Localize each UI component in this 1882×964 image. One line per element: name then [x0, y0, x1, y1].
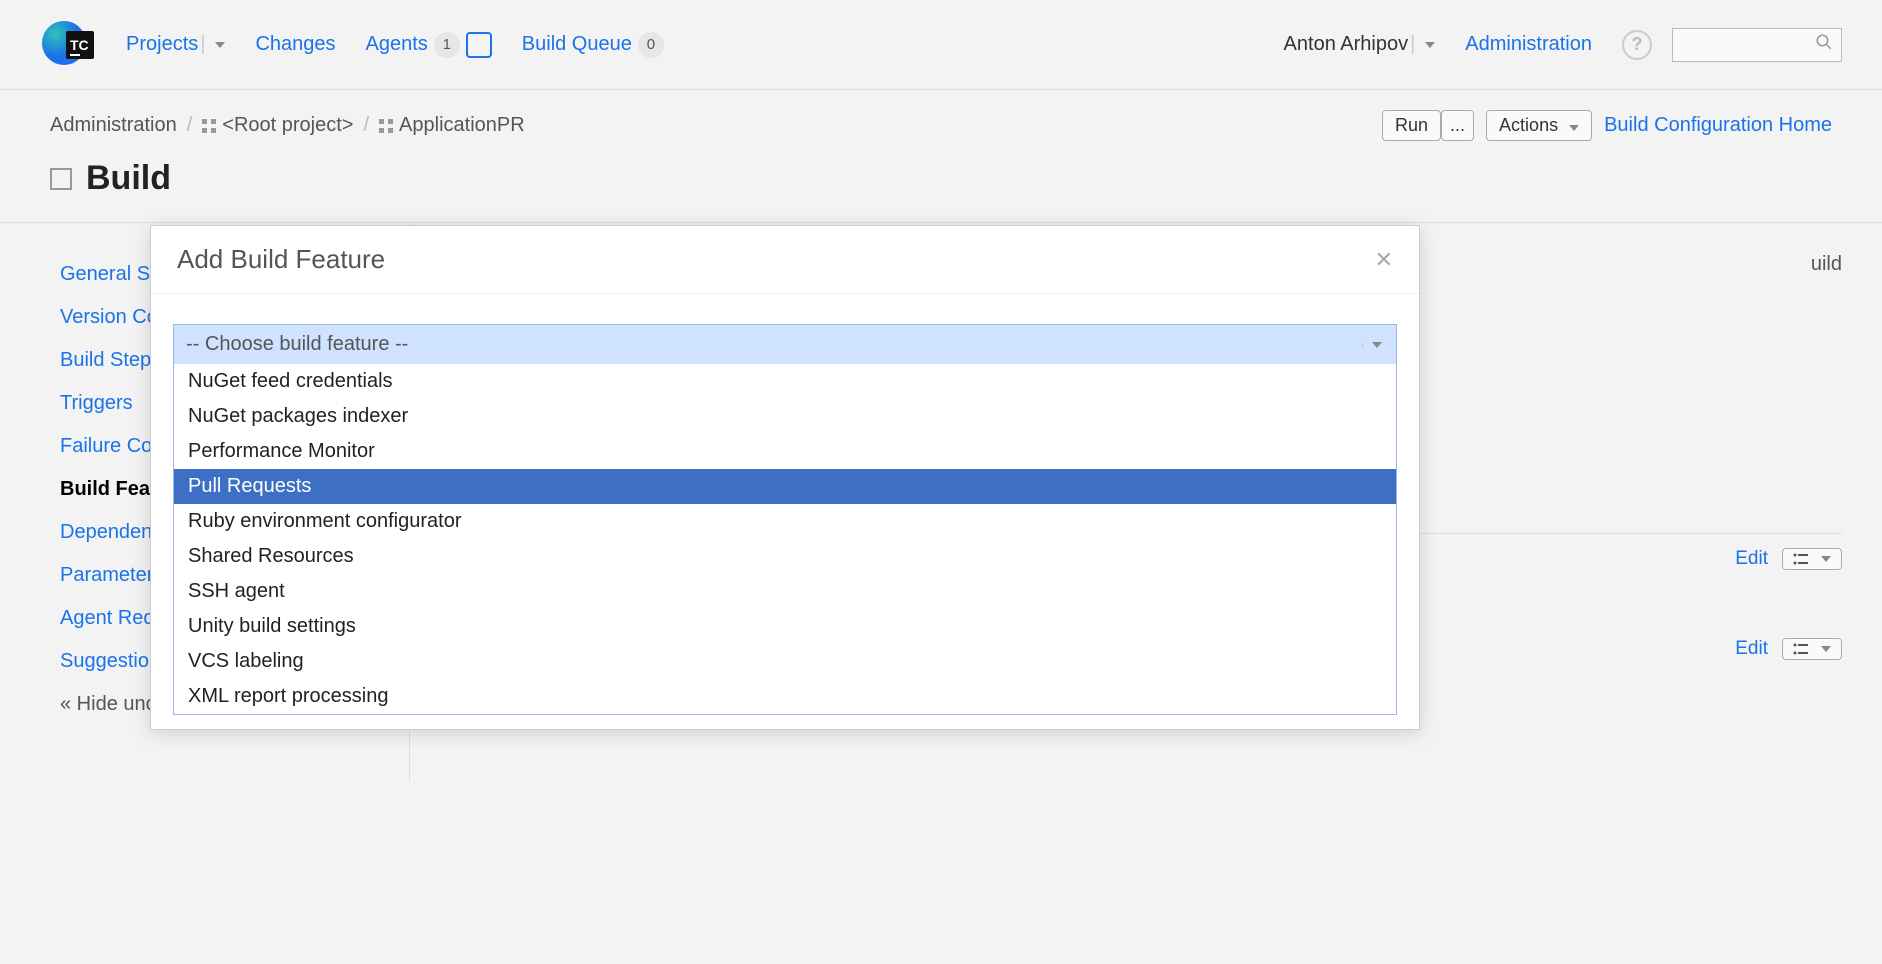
page-title-row: Build	[0, 141, 1882, 222]
search-input[interactable]	[1672, 28, 1842, 62]
feature-option[interactable]: NuGet packages indexer	[174, 399, 1396, 434]
pipe-icon: |	[1410, 33, 1415, 56]
search-icon	[1815, 33, 1833, 56]
queue-count-badge: 0	[638, 32, 664, 58]
breadcrumb-sep: /	[187, 114, 193, 137]
project-icon	[202, 119, 216, 133]
build-icon	[50, 168, 72, 190]
agents-status-icon	[466, 32, 492, 58]
actions-label: Actions	[1499, 115, 1558, 135]
breadcrumb-app[interactable]: ApplicationPR	[399, 114, 525, 137]
agents-count-badge: 1	[434, 32, 460, 58]
project-icon	[379, 119, 393, 133]
edit-link[interactable]: Edit	[1735, 548, 1768, 570]
pipe-icon: |	[200, 33, 205, 56]
partial-text: uild	[1811, 253, 1842, 276]
feature-select-placeholder: -- Choose build feature --	[186, 333, 408, 356]
dialog-title: Add Build Feature	[177, 244, 385, 275]
run-more-button[interactable]: ...	[1441, 110, 1474, 141]
breadcrumb-root[interactable]: Administration	[50, 114, 177, 137]
dialog-body: -- Choose build feature -- NuGet feed cr…	[151, 294, 1419, 729]
breadcrumb-project[interactable]: <Root project>	[222, 114, 353, 137]
nav-agents-label: Agents	[366, 33, 428, 56]
close-icon[interactable]: ✕	[1375, 247, 1393, 273]
feature-option[interactable]: SSH agent	[174, 574, 1396, 609]
breadcrumb-row: Administration / <Root project> / Applic…	[0, 90, 1882, 141]
page-title: Build	[86, 159, 171, 198]
feature-option[interactable]: Unity build settings	[174, 609, 1396, 644]
nav-projects-label: Projects	[126, 33, 198, 56]
chevron-down-icon	[1821, 646, 1831, 652]
chevron-down-icon	[1425, 42, 1435, 48]
header-actions: Run ... Actions Build Configuration Home	[1382, 110, 1832, 141]
feature-select-list: NuGet feed credentialsNuGet packages ind…	[174, 364, 1396, 714]
chevron-down-icon	[1821, 556, 1831, 562]
chevron-down-icon	[1569, 125, 1579, 131]
edit-link[interactable]: Edit	[1735, 638, 1768, 660]
dialog-header: Add Build Feature ✕	[151, 226, 1419, 294]
feature-select[interactable]: -- Choose build feature -- NuGet feed cr…	[173, 324, 1397, 715]
breadcrumb-sep: /	[363, 114, 369, 137]
nav-user[interactable]: Anton Arhipov |	[1284, 33, 1436, 56]
nav-build-queue[interactable]: Build Queue 0	[522, 32, 664, 58]
nav-queue-label: Build Queue	[522, 33, 632, 56]
nav-agents[interactable]: Agents 1	[366, 32, 492, 58]
feature-option[interactable]: Shared Resources	[174, 539, 1396, 574]
chevron-down-icon	[1362, 342, 1384, 348]
actions-button[interactable]: Actions	[1486, 110, 1592, 141]
feature-option[interactable]: Performance Monitor	[174, 434, 1396, 469]
row-menu-button[interactable]	[1782, 548, 1842, 570]
run-button[interactable]: Run	[1382, 110, 1441, 141]
feature-option[interactable]: NuGet feed credentials	[174, 364, 1396, 399]
row-menu-button[interactable]	[1782, 638, 1842, 660]
user-name: Anton Arhipov	[1284, 33, 1409, 56]
teamcity-logo[interactable]: TC	[40, 17, 96, 73]
feature-option[interactable]: VCS labeling	[174, 644, 1396, 679]
feature-option[interactable]: Ruby environment configurator	[174, 504, 1396, 539]
help-icon[interactable]: ?	[1622, 30, 1652, 60]
feature-option[interactable]: XML report processing	[174, 679, 1396, 714]
chevron-down-icon	[215, 42, 225, 48]
config-home-link[interactable]: Build Configuration Home	[1604, 114, 1832, 137]
feature-option[interactable]: Pull Requests	[174, 469, 1396, 504]
nav-administration[interactable]: Administration	[1465, 33, 1592, 56]
top-bar: TC Projects | Changes Agents 1 Build Que…	[0, 0, 1882, 90]
nav-projects[interactable]: Projects |	[126, 33, 225, 56]
add-build-feature-dialog: Add Build Feature ✕ -- Choose build feat…	[150, 225, 1420, 730]
nav-changes[interactable]: Changes	[255, 33, 335, 56]
svg-text:TC: TC	[70, 37, 89, 53]
feature-select-display[interactable]: -- Choose build feature --	[174, 325, 1396, 364]
topbar-right: Anton Arhipov | Administration ?	[1284, 28, 1842, 62]
